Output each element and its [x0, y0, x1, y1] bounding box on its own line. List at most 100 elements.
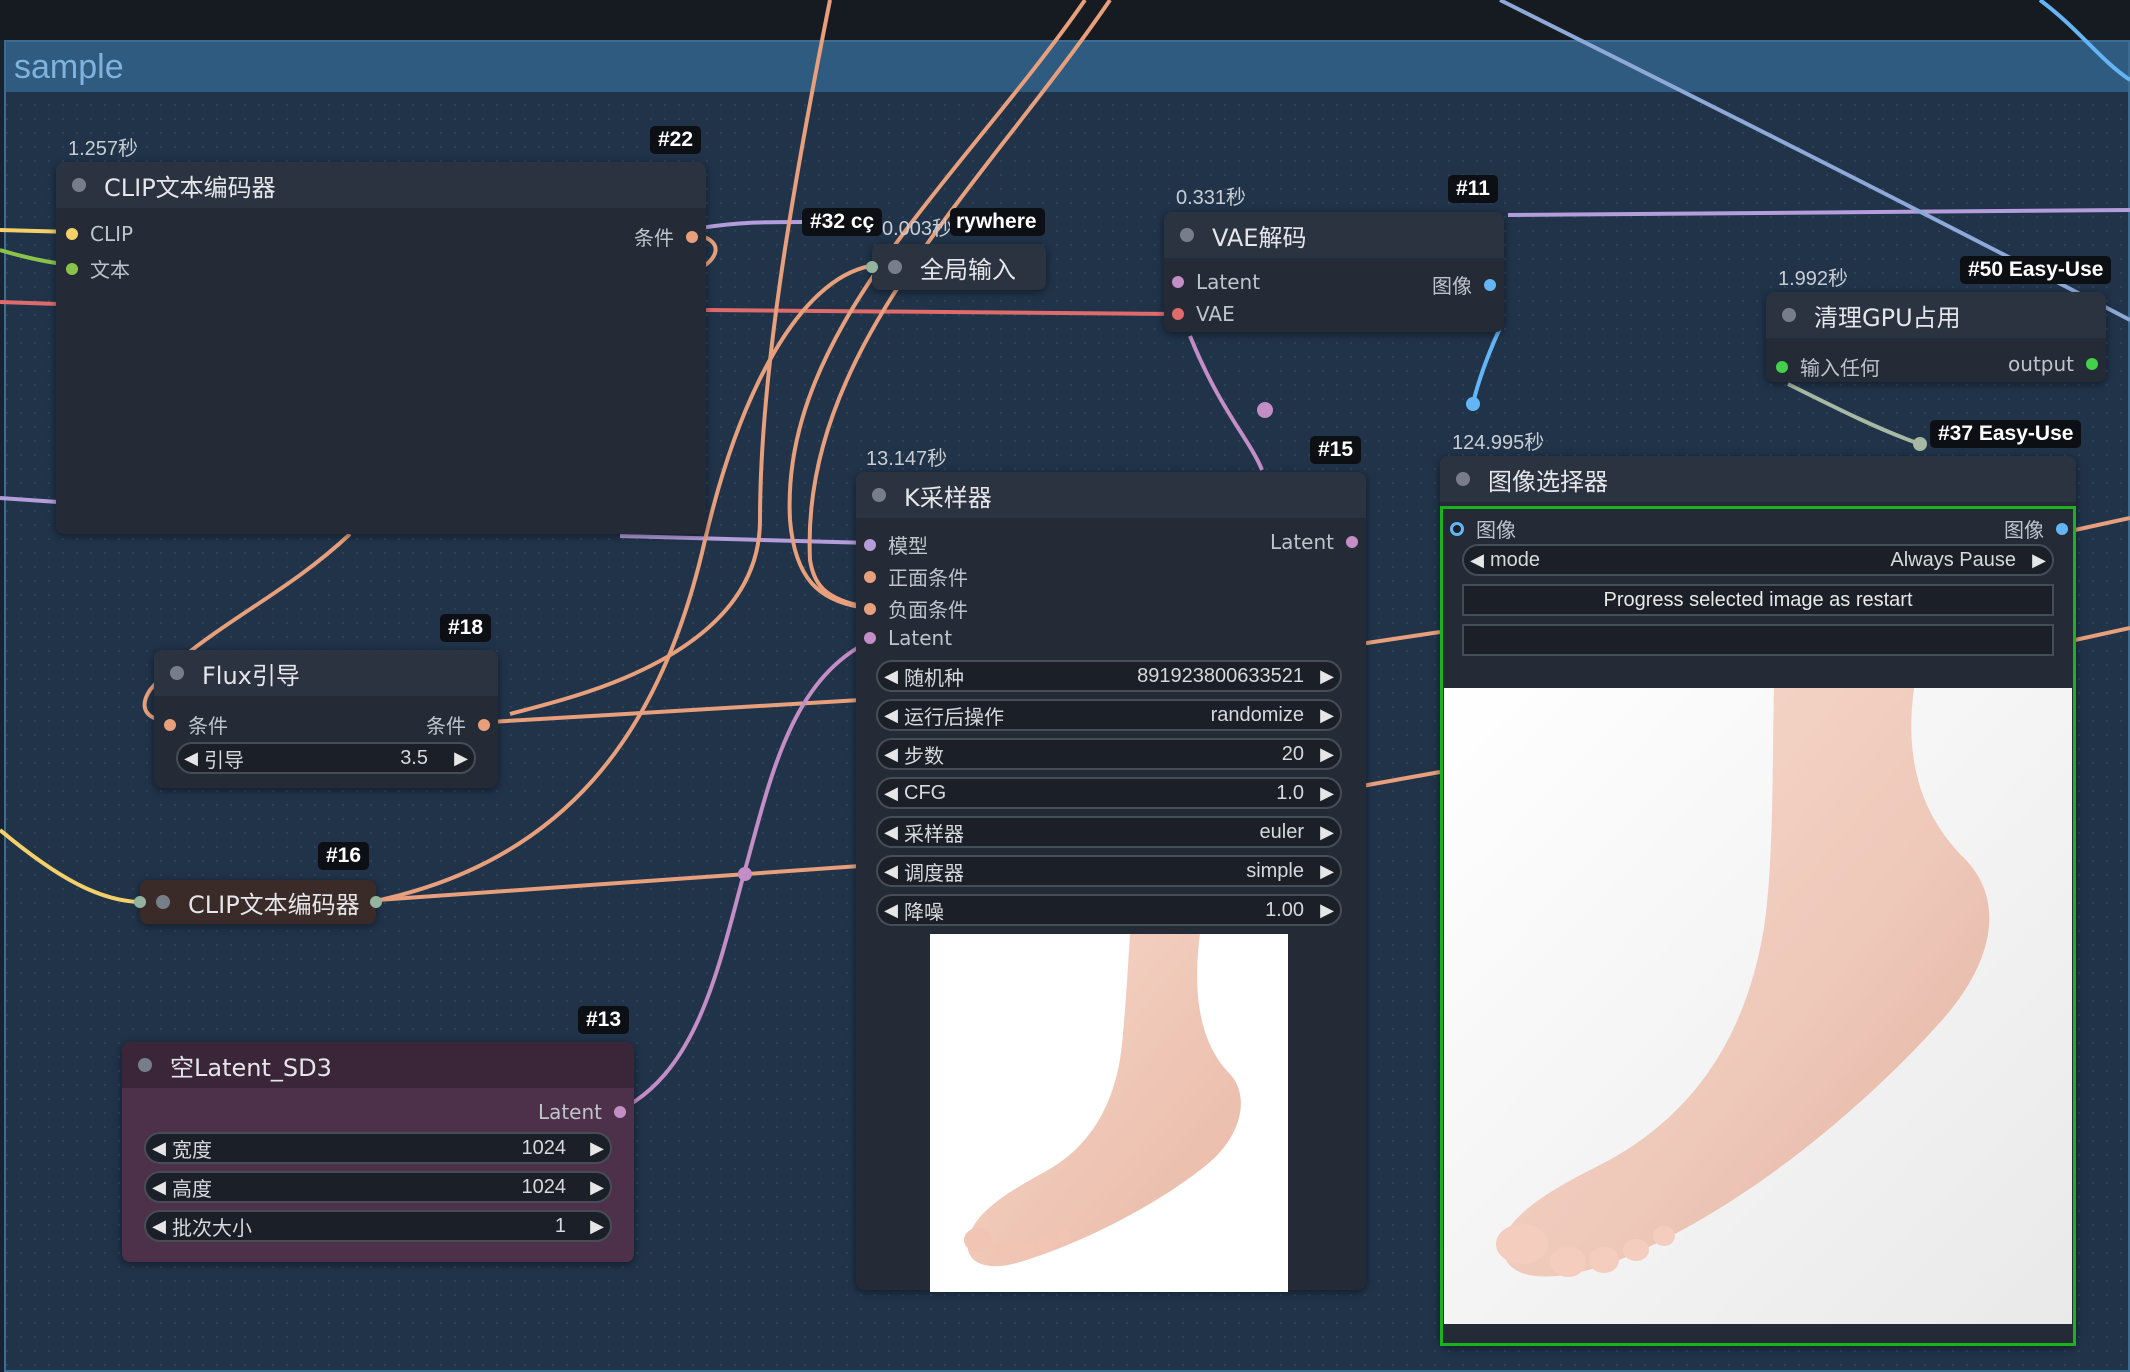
latent-port-icon[interactable]: [1172, 276, 1184, 288]
ks15-widget-seed[interactable]: ◀ 随机种 891923800633521 ▶: [876, 660, 1342, 692]
clip22-input-text[interactable]: 文本: [66, 254, 130, 283]
model-port-icon[interactable]: [864, 538, 876, 551]
ks15-input-negative[interactable]: 负面条件: [864, 594, 968, 623]
arrow-right-icon[interactable]: ▶: [1314, 822, 1340, 843]
ks15-widget-cfg[interactable]: ◀ CFG 1.0 ▶: [876, 777, 1342, 809]
arrow-right-icon[interactable]: ▶: [584, 1138, 610, 1159]
image-port-icon[interactable]: [1484, 278, 1496, 291]
flux18-widget-guidance[interactable]: ◀ 引导 3.5 ▶: [176, 742, 476, 774]
ks15-widget-control-after[interactable]: ◀ 运行后操作 randomize ▶: [876, 699, 1342, 731]
arrow-left-icon[interactable]: ◀: [146, 1177, 172, 1198]
collapse-dot-icon[interactable]: [170, 666, 184, 680]
sel37-preview-image[interactable]: [1444, 688, 2072, 1324]
ks15-widget-steps[interactable]: ◀ 步数 20 ▶: [876, 738, 1342, 770]
latent13-widget-batch[interactable]: ◀ 批次大小 1 ▶: [144, 1210, 612, 1242]
vae11-header[interactable]: VAE解码: [1164, 212, 1504, 258]
vae11-output-image[interactable]: 图像: [1432, 270, 1496, 299]
arrow-right-icon[interactable]: ▶: [2026, 550, 2052, 571]
latent13-widget-width[interactable]: ◀ 宽度 1024 ▶: [144, 1132, 612, 1164]
cond-port-icon[interactable]: [864, 602, 876, 615]
clip22-input-clip[interactable]: CLIP: [66, 222, 133, 246]
collapse-dot-icon[interactable]: [1782, 308, 1796, 322]
arrow-left-icon[interactable]: ◀: [878, 783, 904, 804]
node-flux-guidance-18[interactable]: Flux引导 条件 条件 ◀ 引导 3.5 ▶: [154, 650, 498, 788]
image-port-icon[interactable]: [2056, 522, 2068, 535]
collapse-dot-icon[interactable]: [888, 260, 902, 274]
arrow-left-icon[interactable]: ◀: [178, 748, 204, 769]
collapse-dot-icon[interactable]: [1180, 228, 1194, 242]
ks15-widget-denoise[interactable]: ◀ 降噪 1.00 ▶: [876, 894, 1342, 926]
arrow-left-icon[interactable]: ◀: [878, 861, 904, 882]
node-ksampler-15[interactable]: K采样器 模型 正面条件 负面条件 Latent Latent ◀ 随机种 89…: [856, 472, 1366, 1292]
vae-port-icon[interactable]: [1172, 308, 1184, 320]
collapse-dot-icon[interactable]: [138, 1058, 152, 1072]
clip-port-icon[interactable]: [66, 228, 78, 240]
node-image-chooser-37[interactable]: 图像选择器 图像 图像 ◀ mode Always Pause ▶ Progre…: [1440, 456, 2076, 1346]
arrow-right-icon[interactable]: ▶: [448, 748, 474, 769]
ks15-input-model[interactable]: 模型: [864, 530, 928, 559]
ks15-widget-scheduler[interactable]: ◀ 调度器 simple ▶: [876, 855, 1342, 887]
arrow-right-icon[interactable]: ▶: [1314, 705, 1340, 726]
node-empty-latent-sd3-13[interactable]: 空Latent_SD3 Latent ◀ 宽度 1024 ▶ ◀ 高度 1024…: [122, 1042, 634, 1262]
latent-port-icon[interactable]: [1346, 536, 1358, 548]
group-title[interactable]: sample: [6, 42, 2128, 92]
collapse-dot-icon[interactable]: [872, 488, 886, 502]
arrow-left-icon[interactable]: ◀: [1464, 550, 1490, 571]
output-port-icon[interactable]: [2086, 358, 2098, 370]
sel37-input-image[interactable]: 图像: [1450, 514, 1516, 543]
node-clip-text-encode-16[interactable]: CLIP文本编码器: [134, 880, 382, 924]
arrow-right-icon[interactable]: ▶: [1314, 744, 1340, 765]
node-vae-decode-11[interactable]: VAE解码 Latent VAE 图像: [1164, 212, 1504, 332]
ks15-widget-sampler[interactable]: ◀ 采样器 euler ▶: [876, 816, 1342, 848]
latent13-header[interactable]: 空Latent_SD3: [122, 1042, 634, 1088]
gpu50-output[interactable]: output: [2008, 352, 2098, 376]
anywhere32-header[interactable]: 全局输入: [872, 244, 1046, 290]
node-clip-text-encode-22[interactable]: CLIP文本编码器 CLIP 文本 条件: [56, 162, 706, 534]
arrow-left-icon[interactable]: ◀: [878, 666, 904, 687]
vae11-input-latent[interactable]: Latent: [1172, 270, 1260, 294]
clip16-header[interactable]: CLIP文本编码器: [140, 880, 376, 924]
latent-port-icon[interactable]: [864, 632, 876, 644]
cond-port-icon[interactable]: [478, 718, 490, 731]
collapse-dot-icon[interactable]: [156, 895, 170, 909]
image-port-icon[interactable]: [1450, 521, 1464, 536]
flux18-input-cond[interactable]: 条件: [164, 710, 228, 739]
arrow-left-icon[interactable]: ◀: [878, 705, 904, 726]
flux18-output-cond[interactable]: 条件: [426, 710, 490, 739]
gpu50-input-any[interactable]: 输入任何: [1776, 352, 1880, 381]
clip22-header[interactable]: CLIP文本编码器: [56, 162, 706, 208]
flux18-header[interactable]: Flux引导: [154, 650, 498, 696]
clip16-input-port[interactable]: [134, 896, 146, 908]
clip16-output-port[interactable]: [370, 896, 382, 908]
sel37-text-field[interactable]: [1462, 624, 2054, 656]
collapse-dot-icon[interactable]: [72, 178, 86, 192]
vae11-input-vae[interactable]: VAE: [1172, 302, 1235, 326]
arrow-right-icon[interactable]: ▶: [1314, 900, 1340, 921]
sel37-output-image[interactable]: 图像: [2004, 514, 2068, 543]
ks15-output-latent[interactable]: Latent: [1270, 530, 1358, 554]
arrow-left-icon[interactable]: ◀: [146, 1216, 172, 1237]
ks15-header[interactable]: K采样器: [856, 472, 1366, 518]
arrow-right-icon[interactable]: ▶: [1314, 666, 1340, 687]
cond-port-icon[interactable]: [164, 718, 176, 731]
sel37-progress-button[interactable]: Progress selected image as restart: [1462, 584, 2054, 616]
latent13-output-latent[interactable]: Latent: [538, 1100, 626, 1124]
gpu50-header[interactable]: 清理GPU占用: [1766, 292, 2106, 338]
sel37-widget-mode[interactable]: ◀ mode Always Pause ▶: [1462, 544, 2054, 576]
ks15-input-positive[interactable]: 正面条件: [864, 562, 968, 591]
ks15-preview-image[interactable]: [930, 934, 1288, 1292]
anywhere32-input-port[interactable]: [866, 261, 878, 273]
arrow-left-icon[interactable]: ◀: [878, 822, 904, 843]
latent-port-icon[interactable]: [614, 1106, 626, 1118]
clip22-output-cond[interactable]: 条件: [634, 222, 698, 251]
latent13-widget-height[interactable]: ◀ 高度 1024 ▶: [144, 1171, 612, 1203]
arrow-left-icon[interactable]: ◀: [878, 744, 904, 765]
arrow-left-icon[interactable]: ◀: [146, 1138, 172, 1159]
arrow-right-icon[interactable]: ▶: [584, 1216, 610, 1237]
cond-port-icon[interactable]: [686, 230, 698, 243]
sel37-header[interactable]: 图像选择器: [1440, 456, 2076, 502]
node-clear-gpu-50[interactable]: 清理GPU占用 输入任何 output: [1766, 292, 2106, 382]
arrow-right-icon[interactable]: ▶: [1314, 861, 1340, 882]
collapse-dot-icon[interactable]: [1456, 472, 1470, 486]
cond-port-icon[interactable]: [864, 570, 876, 583]
